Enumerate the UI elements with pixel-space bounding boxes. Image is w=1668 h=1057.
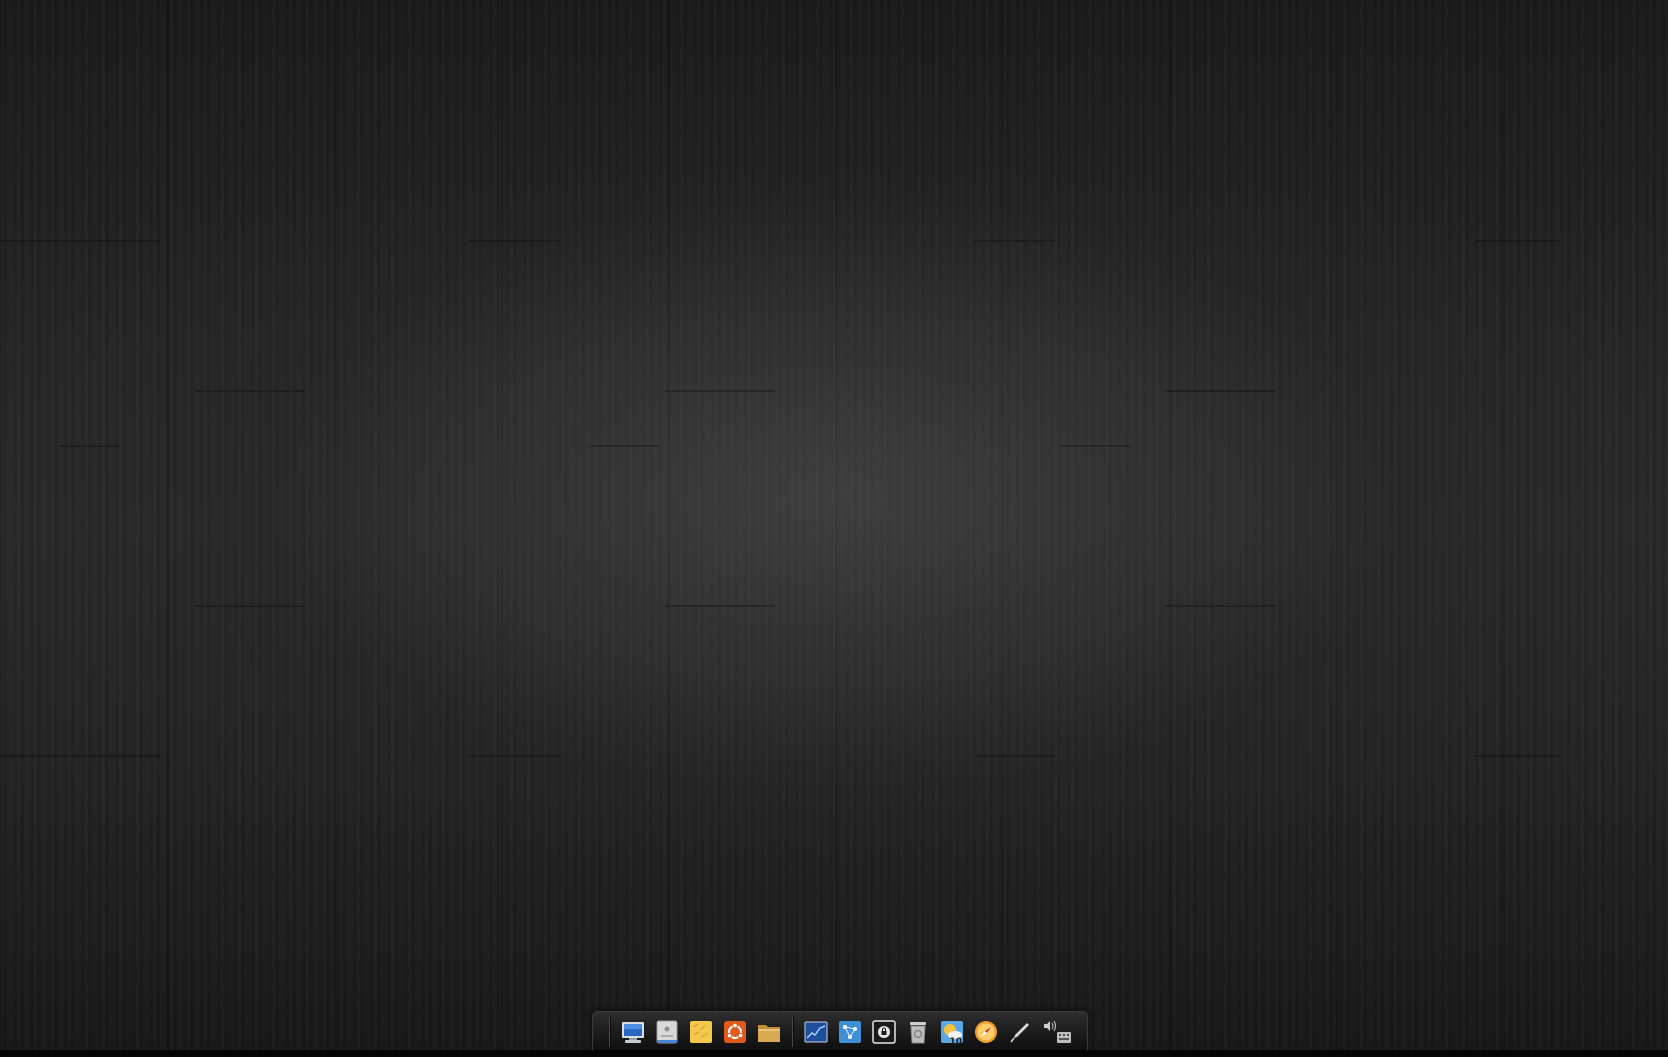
sticky-notes-icon[interactable] <box>687 1018 715 1046</box>
folder-icon[interactable] <box>755 1018 783 1046</box>
plank-seam <box>1165 390 1275 392</box>
plank-seam <box>1060 445 1130 447</box>
keyboard-icon <box>1057 1031 1071 1043</box>
plank-seam <box>665 605 775 607</box>
desktop-wallpaper <box>0 0 1668 1050</box>
dock-panel: 10 <box>592 1011 1088 1051</box>
plank-seam <box>195 605 305 607</box>
ubuntu-software-icon[interactable] <box>721 1018 749 1046</box>
system-monitor-icon[interactable] <box>802 1018 830 1046</box>
plank-seam <box>0 755 160 757</box>
plank-seam <box>665 390 775 392</box>
plank-seam <box>1475 240 1560 242</box>
plank-seam <box>975 755 1055 757</box>
plank-seam <box>590 445 660 447</box>
tray-area <box>1040 1018 1074 1046</box>
plank-seam <box>0 240 160 242</box>
weather-temperature-badge: 10 <box>949 1036 962 1047</box>
plank-seam <box>195 390 305 392</box>
dock-separator <box>609 1016 610 1047</box>
dock-separator <box>792 1016 793 1047</box>
plank-seam <box>60 445 120 447</box>
plank-seam <box>1165 605 1275 607</box>
screen-bottom-edge <box>0 1050 1668 1057</box>
disk-utility-icon[interactable] <box>653 1018 681 1046</box>
volume-icon <box>1044 1020 1056 1031</box>
lock-screen-icon[interactable] <box>870 1018 898 1046</box>
weather-icon[interactable]: 10 <box>938 1018 966 1047</box>
plank-seam <box>470 755 560 757</box>
network-icon[interactable] <box>836 1018 864 1046</box>
plank-seam <box>470 240 560 242</box>
compass-browser-icon[interactable] <box>972 1018 1000 1046</box>
pen-tool-icon[interactable] <box>1006 1018 1034 1046</box>
computer-icon[interactable] <box>619 1018 647 1046</box>
plank-seam <box>1475 755 1560 757</box>
plank-seam <box>975 240 1055 242</box>
trash-icon[interactable] <box>904 1018 932 1046</box>
